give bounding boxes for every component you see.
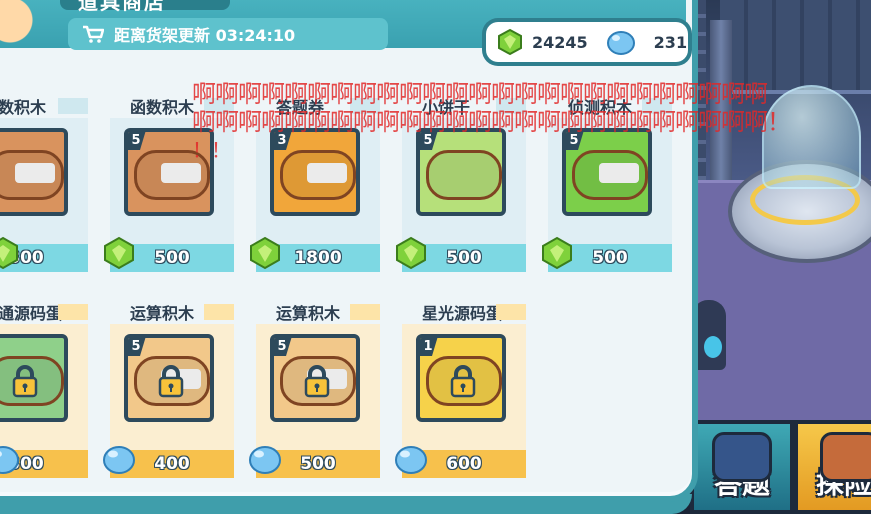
lock-icon — [304, 365, 330, 398]
item-price-value: 600 — [446, 454, 482, 474]
item-image-frame: 5 — [562, 128, 652, 216]
mascot-corner-art — [0, 0, 44, 70]
lock-icon — [12, 365, 38, 398]
item-image-frame: 5 — [124, 334, 214, 422]
shop-item-card[interactable]: 答题券 3 1800 — [250, 94, 380, 274]
gem-balance: 24245 — [532, 32, 588, 52]
item-name: 答题券 — [256, 94, 380, 118]
gem-icon — [396, 236, 426, 270]
item-image-frame: 5 — [124, 128, 214, 216]
item-name: 数积木 — [0, 94, 88, 118]
item-image — [426, 150, 502, 200]
shop-item-card[interactable]: 运算积木 5 500 — [249, 300, 380, 480]
shop-title: 道具商店 — [60, 0, 230, 14]
quiz-mascot-icon — [712, 432, 772, 482]
shop-item-card[interactable]: 侦测积木 5 500 — [542, 94, 672, 274]
shop-item-card[interactable]: 小饼干 5 500 — [396, 94, 526, 274]
item-count-badge: 1 — [420, 338, 438, 356]
nav-explore-button[interactable]: 探险 — [794, 420, 871, 514]
item-count-badge: 5 — [128, 338, 146, 356]
item-price-value: 500 — [592, 248, 628, 268]
gem-icon — [104, 236, 134, 270]
item-image — [280, 150, 356, 200]
refresh-timer-text: 距离货架更新 03:24:10 — [114, 26, 296, 45]
wall-decoration — [720, 0, 871, 94]
explore-mascot-icon — [820, 432, 871, 482]
item-image-label — [161, 163, 201, 183]
item-image-frame — [0, 334, 68, 422]
item-image — [134, 150, 210, 200]
item-count-badge: 5 — [420, 132, 438, 150]
gem-icon — [498, 28, 522, 56]
item-image-frame: 5 — [270, 334, 360, 422]
crystal-icon — [606, 31, 635, 55]
item-image-frame: 1 — [416, 334, 506, 422]
item-image-frame: 5 — [416, 128, 506, 216]
crystal-icon — [395, 446, 427, 474]
item-name: 星光源码蛋 — [402, 300, 526, 324]
item-name: 运算积木 — [256, 300, 380, 324]
item-name: 侦测积木 — [548, 94, 672, 118]
crystal-icon — [249, 446, 281, 474]
item-image-label — [599, 163, 639, 183]
item-name: 通源码蛋 — [0, 300, 88, 324]
shop-item-card[interactable]: 运算积木 5 400 — [103, 300, 234, 480]
lock-icon — [158, 365, 184, 398]
creature-eye — [704, 336, 722, 358]
item-name: 运算积木 — [110, 300, 234, 324]
item-price-value: 500 — [446, 248, 482, 268]
item-count-badge: 5 — [128, 132, 146, 150]
crystal-icon — [103, 446, 135, 474]
crystal-icon — [0, 446, 19, 474]
item-price-value: 1800 — [294, 248, 342, 268]
item-price-value: 500 — [154, 248, 190, 268]
item-count-badge: 5 — [566, 132, 584, 150]
crystal-balance: 231 — [653, 32, 688, 52]
item-image-label — [15, 163, 55, 183]
item-price-value: 500 — [300, 454, 336, 474]
item-count-badge: 3 — [274, 132, 292, 150]
cart-icon — [83, 25, 104, 43]
shop-item-card[interactable]: 通源码蛋 300 — [0, 300, 88, 480]
item-image — [0, 150, 64, 200]
shop-item-card[interactable]: 数积木 300 — [0, 94, 88, 274]
glass-dome — [762, 85, 861, 189]
item-image-label — [307, 163, 347, 183]
shop-item-card[interactable]: 函数积木 5 500 — [104, 94, 234, 274]
currency-bar: 24245 231 — [482, 18, 692, 66]
item-name: 小饼干 — [402, 94, 526, 118]
gem-icon — [250, 236, 280, 270]
item-image-frame — [0, 128, 68, 216]
item-image-frame: 3 — [270, 128, 360, 216]
gem-icon — [542, 236, 572, 270]
refresh-timer: 距离货架更新 03:24:10 — [68, 18, 388, 50]
lock-icon — [450, 365, 476, 398]
nav-quiz-button[interactable]: 答题 — [690, 420, 794, 514]
shop-item-card[interactable]: 星光源码蛋 1 600 — [395, 300, 526, 480]
gem-icon — [0, 236, 18, 270]
item-name: 函数积木 — [110, 94, 234, 118]
item-price-value: 400 — [154, 454, 190, 474]
shop-title-text: 道具商店 — [78, 0, 166, 14]
item-count-badge: 5 — [274, 338, 292, 356]
item-image — [572, 150, 648, 200]
